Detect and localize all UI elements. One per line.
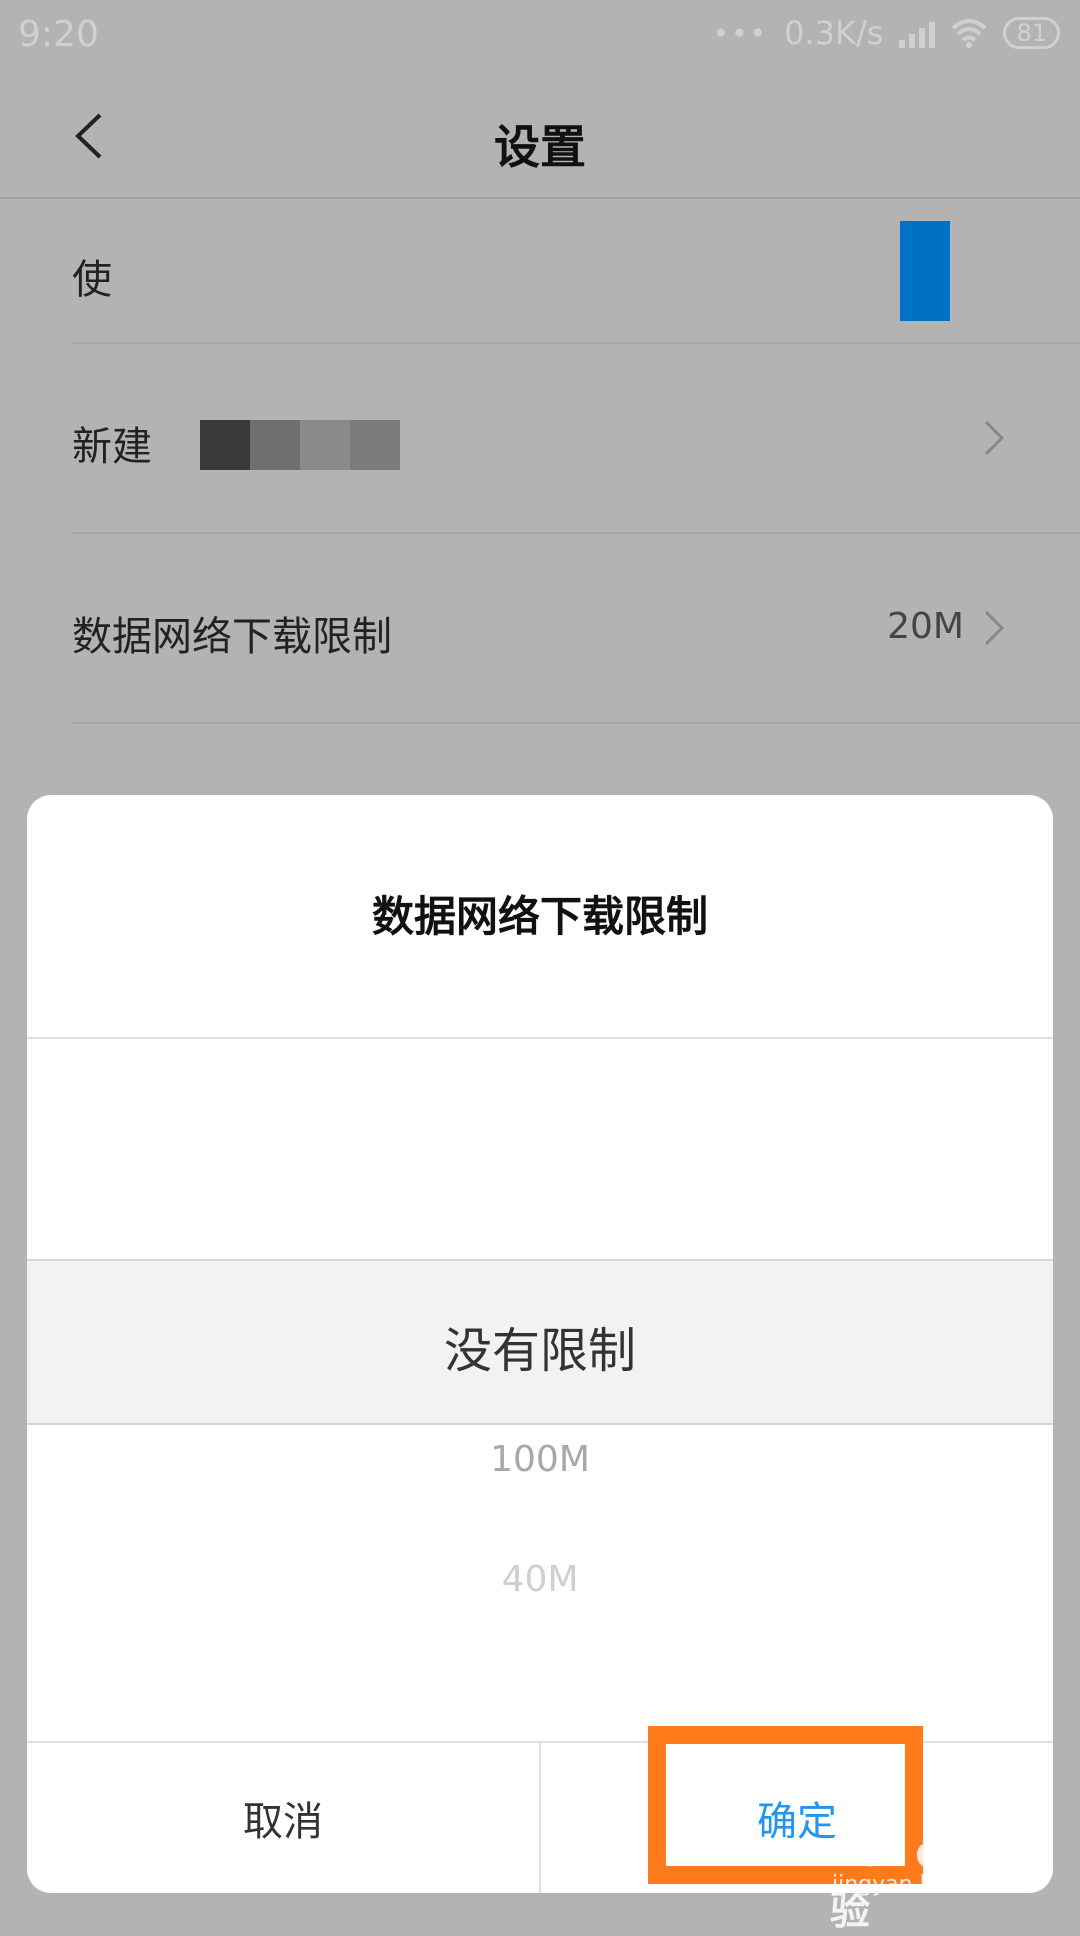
dialog-title: 数据网络下载限制 (371, 892, 708, 941)
baidu-watermark: Bai du 经验 jingyan.baidu.com (830, 1820, 1035, 1934)
battery-indicator: 81 (1003, 17, 1060, 49)
toggle-switch[interactable] (900, 221, 950, 321)
cancel-button[interactable]: 取消 (27, 1743, 541, 1893)
picker-selected-option: 没有限制 (443, 1323, 636, 1379)
status-time: 9:20 (18, 14, 99, 55)
chevron-right-icon (984, 610, 1005, 646)
picker-option[interactable]: 40M (27, 1559, 1053, 1600)
settings-row-label: 使 (72, 257, 112, 303)
picker-option[interactable]: 100M (27, 1439, 1053, 1480)
net-speed: 0.3K/s (784, 14, 884, 52)
watermark-url: jingyan.baidu.com (832, 1872, 1036, 1897)
chevron-right-icon (984, 420, 1005, 456)
settings-row-use[interactable]: 使 (72, 197, 1080, 344)
status-bar: 9:20 ••• 0.3K/s 81 (0, 0, 1080, 75)
divider (27, 1037, 1053, 1039)
settings-row-download-limit[interactable]: 数据网络下载限制 20M (72, 534, 1080, 724)
settings-row-new[interactable]: 新建 (72, 344, 1080, 534)
picker-selected-row[interactable]: 没有限制 (27, 1259, 1053, 1425)
status-icons: ••• 0.3K/s 81 (713, 14, 1060, 52)
redacted-block (200, 420, 400, 470)
more-dots-icon: ••• (712, 16, 769, 50)
settings-row-label: 新建 (72, 424, 152, 470)
app-header: 设置 (0, 75, 1080, 199)
settings-row-label: 数据网络下载限制 (72, 614, 392, 660)
wifi-icon (952, 19, 987, 48)
settings-row-value: 20M (887, 606, 964, 647)
page-title: 设置 (494, 120, 586, 174)
signal-icon (899, 18, 936, 48)
